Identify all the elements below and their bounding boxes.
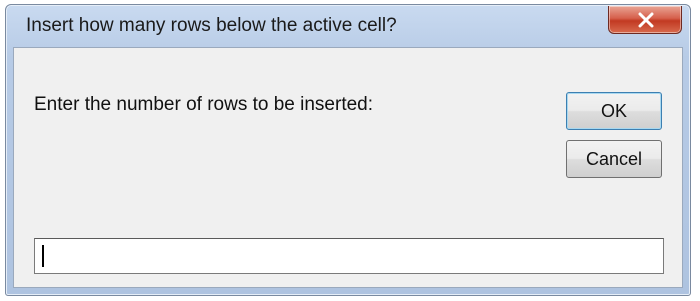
rows-input[interactable] bbox=[34, 238, 664, 274]
close-icon bbox=[638, 12, 654, 28]
ok-button[interactable]: OK bbox=[566, 92, 662, 130]
close-button[interactable] bbox=[608, 6, 682, 34]
cancel-button[interactable]: Cancel bbox=[566, 140, 662, 178]
prompt-label: Enter the number of rows to be inserted: bbox=[34, 94, 374, 115]
dialog-body: Enter the number of rows to be inserted:… bbox=[13, 47, 683, 288]
text-caret bbox=[42, 245, 44, 267]
title-bar[interactable]: Insert how many rows below the active ce… bbox=[6, 5, 690, 45]
dialog-title: Insert how many rows below the active ce… bbox=[26, 15, 397, 36]
input-dialog: Insert how many rows below the active ce… bbox=[5, 4, 691, 296]
